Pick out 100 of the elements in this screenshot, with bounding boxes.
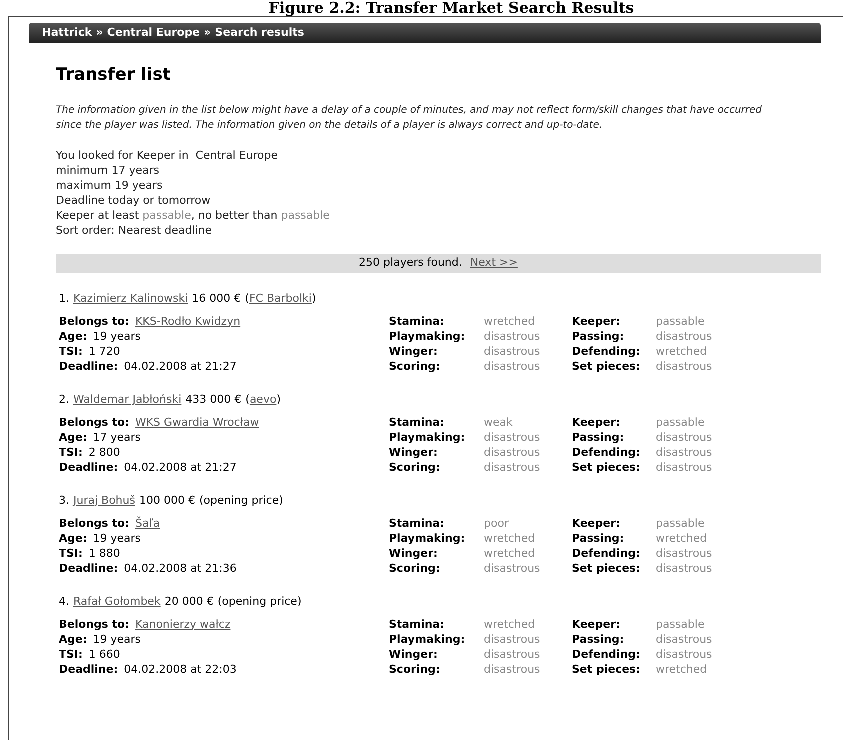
- skill-value: wretched: [484, 314, 536, 328]
- breadcrumb-link[interactable]: Search results: [215, 24, 304, 42]
- skill-label: Keeper:: [572, 314, 622, 328]
- info-label: Age:: [59, 430, 88, 444]
- info-value: 04.02.2008 at 21:27: [124, 460, 237, 474]
- info-label: Age:: [59, 530, 88, 546]
- info-label: TSI:: [59, 646, 83, 662]
- skill-label: Playmaking:: [389, 530, 466, 546]
- skill-value: disastrous: [656, 646, 714, 662]
- price-note: (opening price): [218, 594, 302, 610]
- skill-label: Defending:: [572, 546, 642, 560]
- skill-value: passable: [656, 516, 706, 530]
- criteria-line: Keeper at least passable, no better than passable: [56, 208, 331, 222]
- skill-label: Winger:: [389, 646, 439, 662]
- skill-label: Set pieces:: [572, 662, 642, 676]
- breadcrumb-link[interactable]: Hattrick: [42, 24, 92, 42]
- info-value: 19 years: [93, 530, 142, 546]
- skill-label: Defending:: [572, 646, 642, 662]
- skill-value: disastrous: [656, 546, 714, 560]
- player-name-link[interactable]: Kazimierz Kalinowski: [74, 290, 188, 308]
- criteria-line: You looked for Keeper in Central Europe: [56, 148, 280, 162]
- criteria-line: maximum 19 years: [56, 178, 164, 192]
- skill-label: Passing:: [572, 430, 626, 444]
- info-label: TSI:: [59, 444, 83, 460]
- info-label: Belongs to:: [59, 616, 130, 632]
- skill-value: disastrous: [656, 444, 714, 460]
- skill-value: disastrous: [484, 560, 542, 576]
- skill-label: Stamina:: [389, 516, 446, 530]
- skill-value: wretched: [484, 616, 536, 632]
- notice-text: The information given in the list below might have a delay of a couple of minutes, and may not reflect form/skill changes that have occurred since the player was listed. The information given on the details of a player is always correct and up-to-date.: [56, 104, 764, 132]
- page-title: Transfer list: [56, 64, 172, 87]
- breadcrumb-link[interactable]: Central Europe: [107, 24, 200, 42]
- info-label: Age:: [59, 632, 88, 646]
- skill-label: Stamina:: [389, 414, 446, 430]
- bidder-link[interactable]: aevo: [250, 392, 277, 408]
- skill-label: Passing:: [572, 328, 626, 344]
- player-name-link[interactable]: Rafał Gołombek: [74, 594, 161, 610]
- skill-label: Set pieces:: [572, 460, 642, 474]
- skill-value: disastrous: [484, 646, 542, 662]
- info-value: 19 years: [93, 632, 142, 646]
- info-label: Deadline:: [59, 560, 118, 576]
- info-value: 19 years: [93, 328, 142, 344]
- skill-label: Keeper:: [572, 414, 622, 430]
- info-value: 04.02.2008 at 21:27: [124, 358, 237, 374]
- player-price: 20 000 €: [164, 594, 214, 610]
- skill-label: Stamina:: [389, 314, 446, 328]
- club-link[interactable]: KKS-Rodło Kwidzyn: [135, 314, 241, 328]
- info-label: Belongs to:: [59, 314, 130, 328]
- skill-label: Passing:: [572, 530, 626, 546]
- player-price: 16 000 €: [192, 290, 242, 307]
- skill-value: disastrous: [484, 430, 542, 444]
- player-price: 100 000 €: [139, 492, 196, 509]
- player-price: 433 000 €: [186, 392, 242, 408]
- skill-value: disastrous: [484, 328, 542, 344]
- club-link[interactable]: WKS Gwardia Wrocław: [135, 414, 260, 430]
- info-value: 04.02.2008 at 21:36: [124, 560, 237, 576]
- skill-value: disastrous: [484, 662, 542, 676]
- skill-value: disastrous: [484, 344, 542, 358]
- info-label: Deadline:: [59, 662, 118, 676]
- player-name-link[interactable]: Juraj Bohuš: [74, 492, 136, 510]
- next-link[interactable]: Next >>: [470, 254, 518, 272]
- skill-label: Keeper:: [572, 516, 622, 530]
- price-note: (opening price): [199, 492, 284, 509]
- bidder-link[interactable]: FC Barbolki: [249, 290, 312, 308]
- skill-value: disastrous: [656, 358, 714, 374]
- info-label: Belongs to:: [59, 414, 130, 430]
- skill-value: disastrous: [656, 460, 714, 474]
- club-link[interactable]: Šaľa: [135, 516, 160, 530]
- figure-caption: Figure 2.2: Transfer Market Search Results: [268, 0, 636, 16]
- skill-value: disastrous: [484, 460, 542, 474]
- skill-label: Playmaking:: [389, 328, 466, 344]
- skill-label: Playmaking:: [389, 430, 466, 444]
- skill-value: passable: [656, 314, 706, 328]
- skill-value: disastrous: [656, 328, 714, 344]
- info-label: Deadline:: [59, 460, 118, 474]
- skill-label: Scoring:: [389, 560, 442, 576]
- skill-label: Winger:: [389, 444, 439, 460]
- skill-label: Scoring:: [389, 662, 442, 676]
- info-label: Belongs to:: [59, 516, 130, 530]
- bracket-open: (: [245, 290, 250, 307]
- info-value: 04.02.2008 at 22:03: [124, 662, 237, 676]
- player-number: 1.: [59, 290, 70, 307]
- skill-value: wretched: [656, 344, 708, 358]
- info-label: TSI:: [59, 546, 83, 560]
- skill-value: weak: [484, 414, 514, 430]
- skill-label: Keeper:: [572, 616, 622, 632]
- player-name-link[interactable]: Waldemar Jabłoński: [74, 392, 182, 408]
- info-value: 2 800: [88, 444, 120, 460]
- club-link[interactable]: Kanonierzy wałcz: [135, 616, 231, 632]
- breadcrumb-separator: »: [96, 24, 104, 41]
- skill-value: wretched: [656, 662, 708, 676]
- player-number: 4.: [59, 594, 70, 610]
- skill-label: Set pieces:: [572, 560, 642, 576]
- skill-label: Winger:: [389, 344, 439, 358]
- info-value: 1 880: [88, 546, 120, 560]
- breadcrumb-separator: »: [204, 24, 212, 41]
- skill-label: Passing:: [572, 632, 626, 646]
- skill-label: Stamina:: [389, 616, 446, 632]
- bracket-close: ): [276, 392, 281, 408]
- skill-value: poor: [484, 516, 510, 530]
